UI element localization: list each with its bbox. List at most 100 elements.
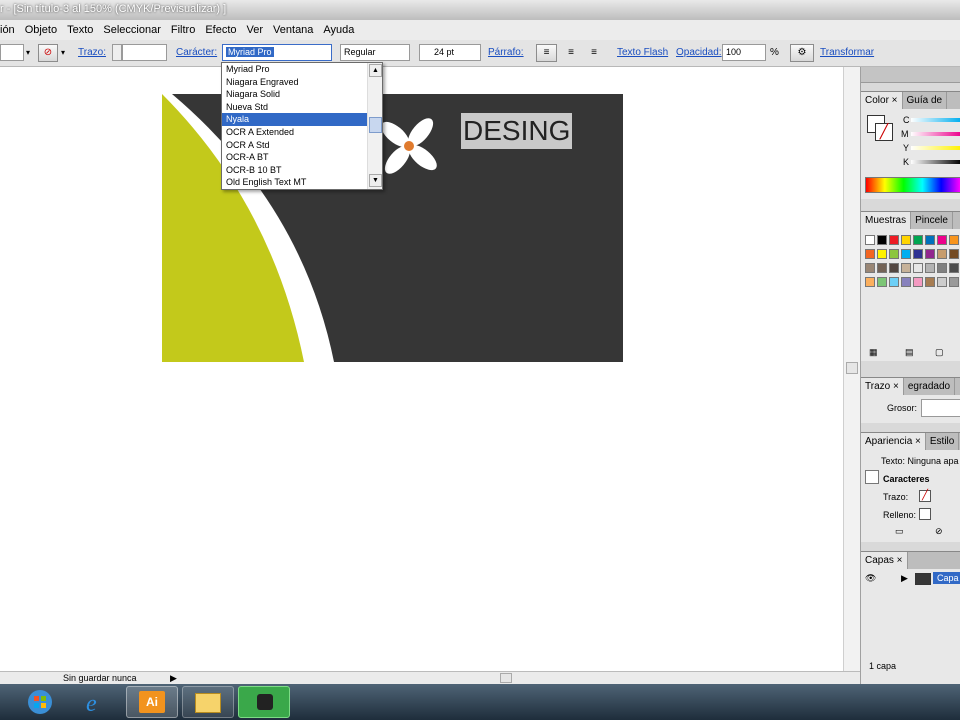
- menu-seleccionar[interactable]: Seleccionar: [98, 24, 165, 36]
- color-swatch[interactable]: [865, 277, 875, 287]
- color-swatch[interactable]: [901, 249, 911, 259]
- color-swatch[interactable]: [877, 249, 887, 259]
- trazo-link[interactable]: Trazo:: [78, 44, 106, 62]
- opacidad-link[interactable]: Opacidad:: [676, 44, 722, 62]
- font-option[interactable]: Myriad Pro: [222, 63, 367, 76]
- caracter-link[interactable]: Carácter:: [176, 44, 217, 62]
- color-swatch[interactable]: [925, 235, 935, 245]
- font-option[interactable]: OCR A Extended: [222, 126, 367, 139]
- parrafo-link[interactable]: Párrafo:: [488, 44, 524, 62]
- color-swatch[interactable]: [889, 263, 899, 273]
- color-swatch[interactable]: [889, 235, 899, 245]
- font-option[interactable]: Nueva Std: [222, 101, 367, 114]
- stroke-none-icon[interactable]: ⊘: [38, 44, 58, 62]
- align-center-icon[interactable]: ≡: [563, 44, 579, 62]
- color-swatch[interactable]: [937, 249, 947, 259]
- fill-swatch[interactable]: [0, 44, 24, 61]
- font-option[interactable]: OCR-A BT: [222, 151, 367, 164]
- horizontal-scroll-thumb[interactable]: [500, 673, 512, 683]
- yellow-slider[interactable]: [911, 146, 960, 150]
- caracteres-label[interactable]: Caracteres: [883, 474, 930, 484]
- tab-degradado[interactable]: egradado: [904, 378, 956, 395]
- appearance-options-icon[interactable]: ▭: [895, 526, 904, 537]
- color-swatch[interactable]: [889, 277, 899, 287]
- recolor-icon[interactable]: ⚙: [790, 44, 814, 62]
- menu-efecto[interactable]: Efecto: [200, 24, 241, 36]
- fill-dropdown-arrow[interactable]: ▾: [26, 44, 30, 62]
- color-swatch[interactable]: [925, 263, 935, 273]
- color-swatch[interactable]: [913, 263, 923, 273]
- color-swatch[interactable]: [949, 235, 959, 245]
- menu-ayuda[interactable]: Ayuda: [318, 24, 359, 36]
- color-swatch[interactable]: [949, 249, 959, 259]
- expand-arrow-icon[interactable]: ▶: [901, 573, 908, 584]
- color-spectrum-bar[interactable]: [865, 177, 960, 193]
- color-swatch[interactable]: [913, 235, 923, 245]
- color-swatch[interactable]: [925, 249, 935, 259]
- layer-name[interactable]: Capa: [933, 572, 960, 584]
- transformar-link[interactable]: Transformar: [820, 44, 874, 62]
- scroll-thumb[interactable]: [369, 117, 382, 133]
- color-swatch[interactable]: [877, 277, 887, 287]
- color-swatch[interactable]: [877, 263, 887, 273]
- font-option[interactable]: Old English Text MT: [222, 176, 367, 189]
- recorder-taskbar-button[interactable]: [238, 686, 290, 718]
- color-swatch[interactable]: [949, 263, 959, 273]
- tab-color[interactable]: Color ×: [861, 92, 903, 109]
- font-option[interactable]: OCR-B 10 BT: [222, 164, 367, 177]
- menu-edicion[interactable]: ión: [0, 24, 20, 36]
- fill-none-swatch[interactable]: [919, 508, 931, 520]
- magenta-slider[interactable]: [911, 132, 960, 136]
- tab-guia-de-color[interactable]: Guía de: [903, 92, 948, 109]
- font-option[interactable]: Niagara Solid: [222, 88, 367, 101]
- menu-filtro[interactable]: Filtro: [166, 24, 200, 36]
- color-swatch[interactable]: [901, 277, 911, 287]
- color-swatch[interactable]: [901, 263, 911, 273]
- font-dropdown-list[interactable]: Myriad Pro Niagara Engraved Niagara Soli…: [221, 62, 383, 190]
- font-size-field[interactable]: 24 pt: [419, 44, 481, 61]
- font-family-field[interactable]: Myriad Pro: [222, 44, 332, 61]
- menu-ver[interactable]: Ver: [242, 24, 269, 36]
- swatch-library-icon[interactable]: ▦: [869, 347, 878, 358]
- stroke-weight-field[interactable]: [122, 44, 167, 61]
- color-swatch[interactable]: [877, 235, 887, 245]
- stroke-dropdown-arrow[interactable]: ▾: [61, 44, 65, 62]
- layer-row[interactable]: 👁 ▶ Capa: [861, 571, 960, 587]
- font-option[interactable]: Niagara Engraved: [222, 76, 367, 89]
- cyan-slider[interactable]: [911, 118, 960, 122]
- tab-muestras[interactable]: Muestras: [861, 212, 912, 229]
- texto-flash-link[interactable]: Texto Flash: [617, 44, 668, 62]
- vertical-scroll-thumb[interactable]: [846, 362, 858, 374]
- color-swatch[interactable]: [925, 277, 935, 287]
- color-swatch[interactable]: [949, 277, 959, 287]
- swatch-options-icon[interactable]: ▤: [905, 347, 914, 358]
- tab-apariencia[interactable]: Apariencia ×: [861, 433, 926, 450]
- illustrator-taskbar-button[interactable]: Ai: [126, 686, 178, 718]
- opacity-field[interactable]: 100: [722, 44, 766, 61]
- stroke-weight-stepper[interactable]: [112, 44, 122, 61]
- scroll-up-icon[interactable]: ▲: [369, 64, 382, 77]
- menu-texto[interactable]: Texto: [62, 24, 98, 36]
- font-option[interactable]: OCR A Std: [222, 139, 367, 152]
- font-option-selected[interactable]: Nyala: [222, 113, 367, 126]
- grosor-field[interactable]: [921, 399, 960, 417]
- menu-ventana[interactable]: Ventana: [268, 24, 318, 36]
- scroll-down-icon[interactable]: ▼: [369, 174, 382, 187]
- color-swatch[interactable]: [937, 277, 947, 287]
- start-button-icon[interactable]: [20, 686, 60, 718]
- tab-trazo[interactable]: Trazo ×: [861, 378, 904, 395]
- color-swatch[interactable]: [937, 235, 947, 245]
- stroke-none-icon[interactable]: ╱: [919, 490, 931, 502]
- new-swatch-icon[interactable]: ▢: [935, 347, 944, 358]
- clear-appearance-icon[interactable]: ⊘: [935, 526, 943, 537]
- color-swatch[interactable]: [889, 249, 899, 259]
- color-swatch[interactable]: [865, 249, 875, 259]
- internet-explorer-icon[interactable]: e: [70, 686, 122, 718]
- stroke-none-icon[interactable]: ╱: [875, 123, 893, 141]
- color-swatch[interactable]: [865, 263, 875, 273]
- desing-text-object[interactable]: DESING: [461, 113, 573, 149]
- color-swatch[interactable]: [913, 249, 923, 259]
- panel-grip[interactable]: [861, 67, 960, 83]
- status-arrow-icon[interactable]: ▶: [170, 672, 177, 684]
- font-list-scrollbar[interactable]: ▲ ▼: [367, 63, 382, 189]
